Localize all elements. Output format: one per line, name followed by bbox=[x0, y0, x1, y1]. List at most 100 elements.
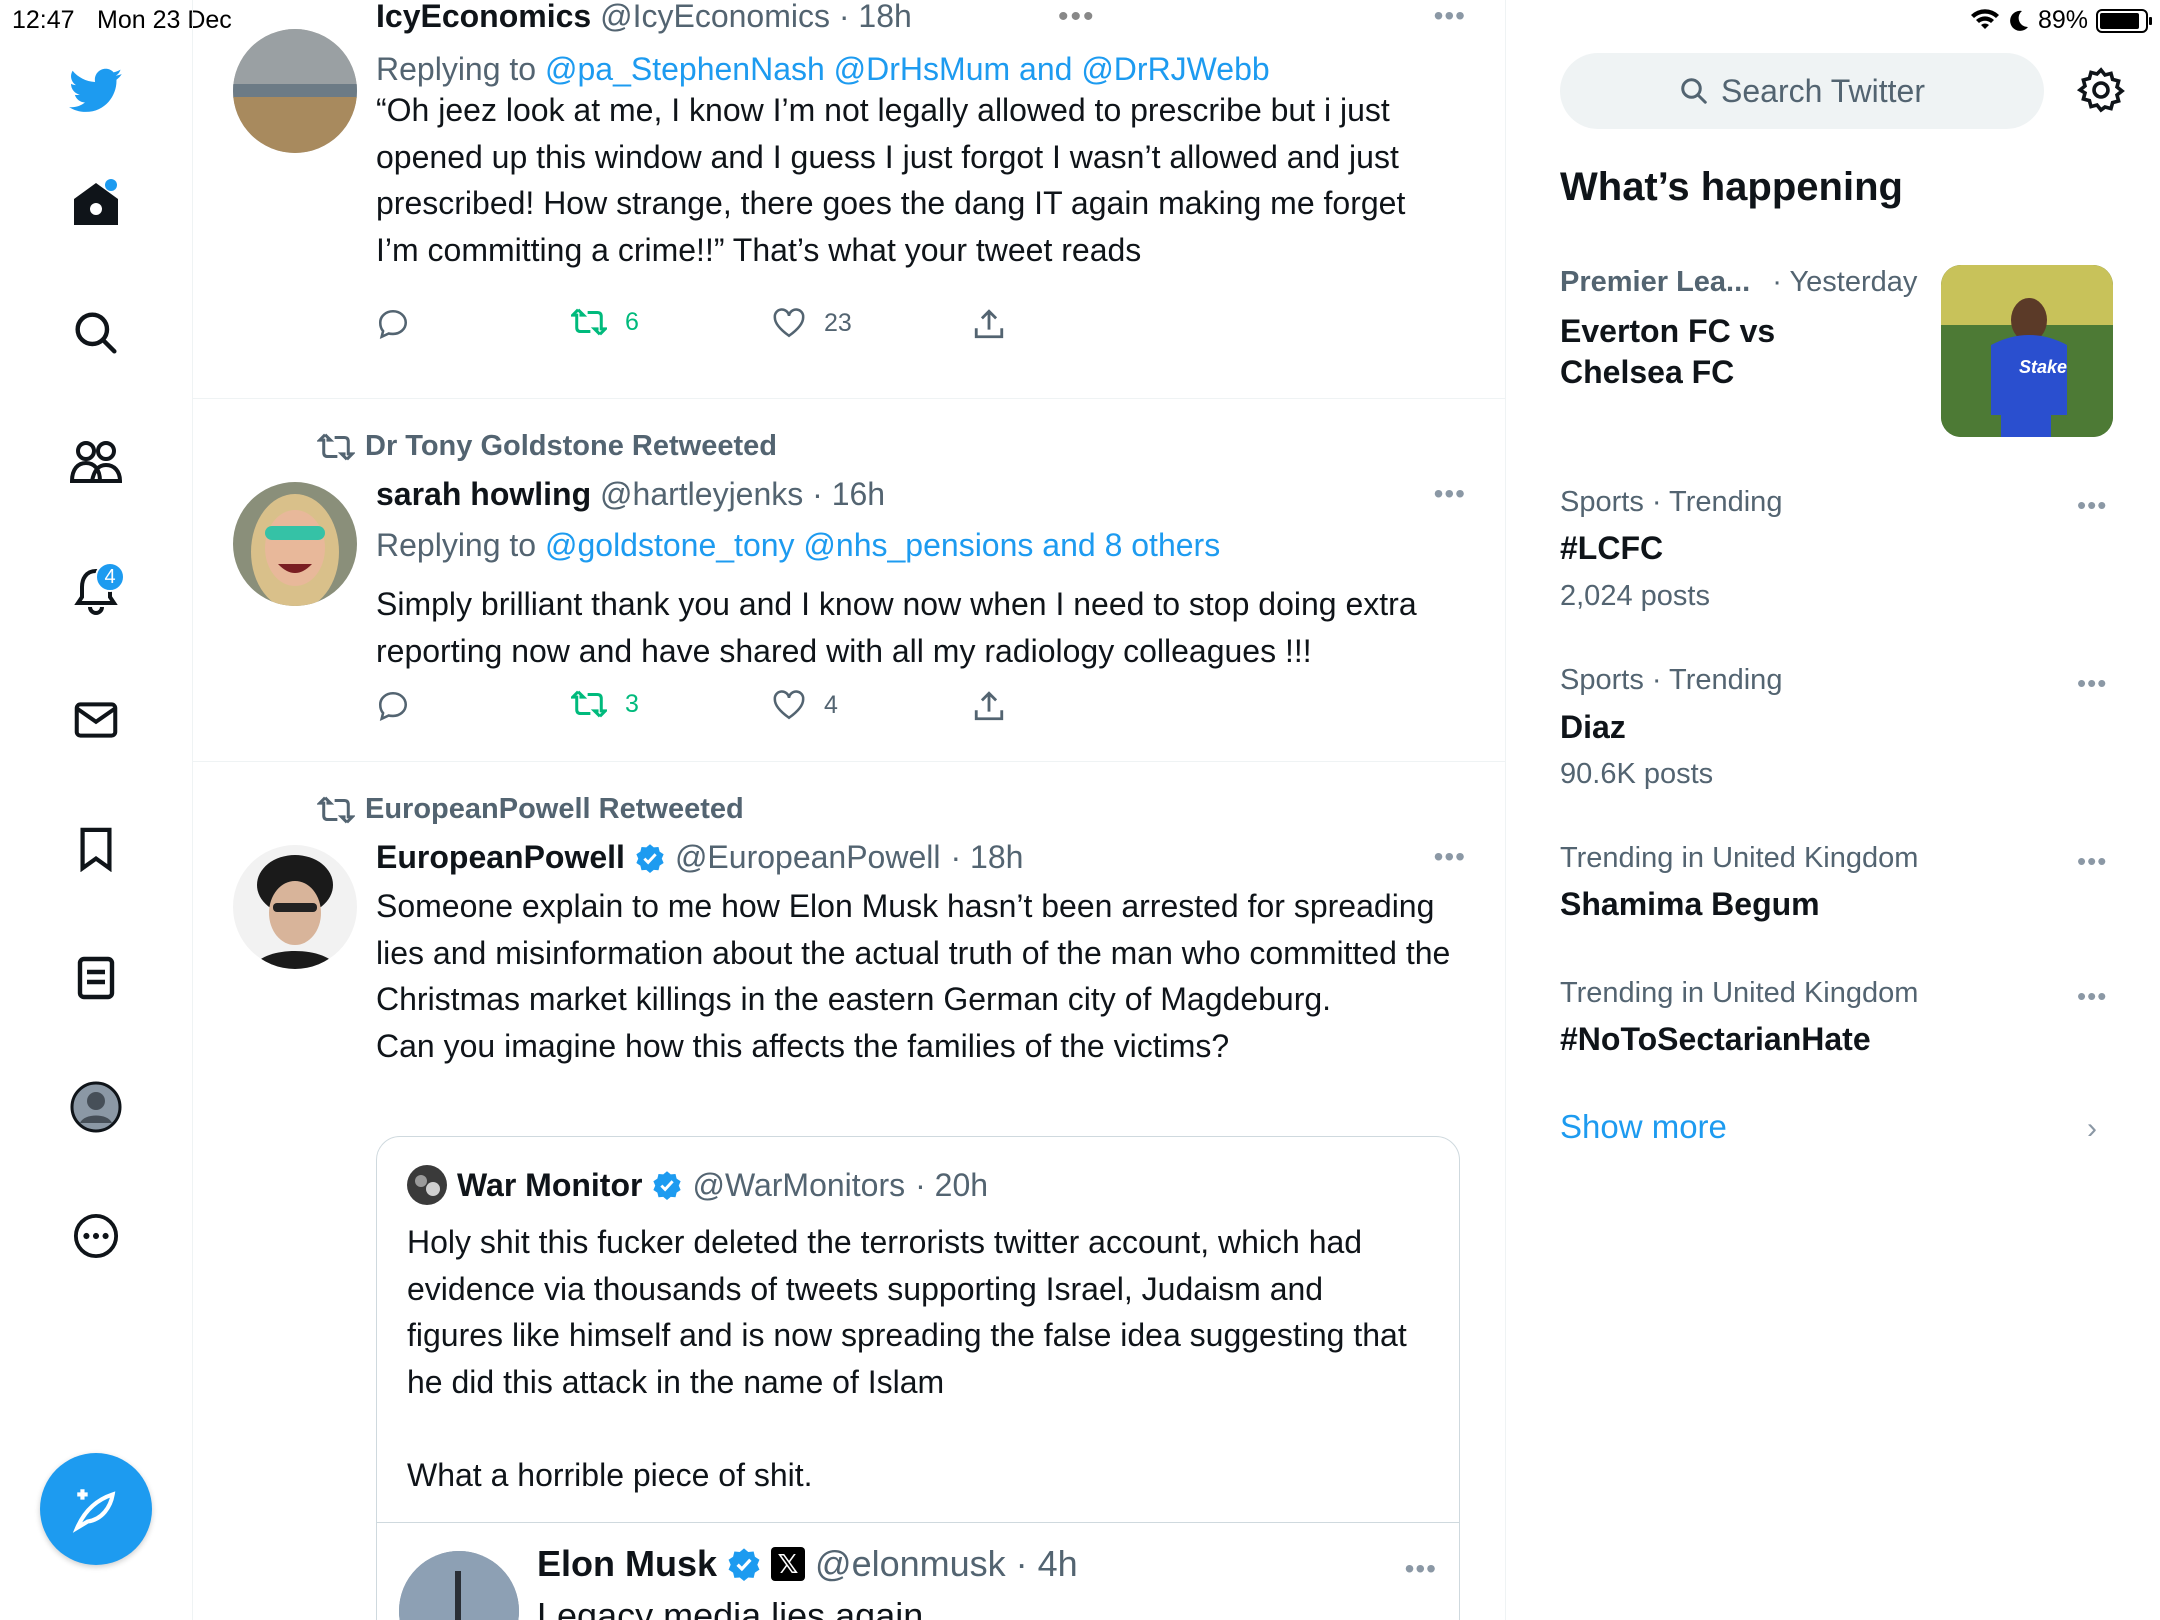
avatar[interactable] bbox=[233, 845, 357, 969]
whats-happening-heading: What’s happening bbox=[1560, 165, 1903, 209]
search-field[interactable]: Search Twitter bbox=[1560, 53, 2044, 129]
heart-icon bbox=[773, 308, 805, 338]
author-handle[interactable]: @hartleyjenks bbox=[600, 476, 803, 512]
twitter-logo-icon[interactable] bbox=[67, 62, 125, 120]
communities-icon[interactable] bbox=[67, 433, 125, 491]
trend-name: #LCFC bbox=[1560, 530, 1664, 566]
trend-time: · Yesterday bbox=[1772, 266, 1918, 298]
nested-tweet-more-button[interactable]: ••• bbox=[1405, 1553, 1437, 1585]
trend-name: Shamima Begum bbox=[1560, 886, 1820, 922]
quoted-tweet-text: Holy shit this fucker deleted the terror… bbox=[407, 1224, 1407, 1493]
trend-image-sponsor-text: Stake bbox=[2019, 357, 2068, 377]
author-name[interactable]: EuropeanPowell bbox=[376, 839, 625, 876]
x-affiliate-icon: 𝕏 bbox=[771, 1547, 806, 1581]
nested-author-name[interactable]: Elon Musk bbox=[537, 1543, 717, 1585]
retweet-icon bbox=[571, 308, 607, 336]
tweet-more-button[interactable]: ••• bbox=[1434, 841, 1466, 873]
avatar[interactable] bbox=[407, 1165, 447, 1205]
trend-name: Diaz bbox=[1560, 709, 1626, 745]
chevron-right-icon: › bbox=[2087, 1112, 2097, 1145]
quoted-tweet-time[interactable]: · 20h bbox=[915, 1167, 988, 1204]
trend-more-button[interactable]: ••• bbox=[2077, 846, 2107, 877]
more-options-icon[interactable] bbox=[67, 1207, 125, 1265]
like-count: 4 bbox=[824, 690, 838, 719]
home-icon[interactable] bbox=[67, 175, 125, 233]
retweet-count: 3 bbox=[625, 689, 639, 718]
author-name[interactable]: IcyEconomics bbox=[376, 0, 591, 34]
reply-button[interactable] bbox=[376, 689, 410, 723]
tweet-time[interactable]: · 18h bbox=[839, 0, 912, 34]
quoted-author-name[interactable]: War Monitor bbox=[457, 1167, 642, 1204]
settings-gear-icon[interactable] bbox=[2076, 66, 2127, 116]
share-icon bbox=[974, 691, 1004, 721]
tweet-text: “Oh jeez look at me, I know I’m not lega… bbox=[376, 92, 1406, 268]
verified-badge-icon bbox=[653, 1171, 682, 1200]
quoted-tweet[interactable]: War Monitor @WarMonitors · 20h Holy shit… bbox=[376, 1136, 1460, 1620]
share-button[interactable] bbox=[973, 689, 1005, 723]
retweet-count: 6 bbox=[625, 307, 639, 336]
profile-avatar-icon[interactable] bbox=[67, 1078, 125, 1136]
author-name[interactable]: sarah howling bbox=[376, 476, 591, 512]
avatar[interactable] bbox=[399, 1551, 519, 1620]
search-icon bbox=[1681, 78, 1707, 104]
nested-tweet-time[interactable]: · 4h bbox=[1016, 1543, 1078, 1585]
retweet-button[interactable]: 3 bbox=[571, 689, 639, 719]
trend-more-button[interactable]: ••• bbox=[2077, 490, 2107, 521]
messages-icon[interactable] bbox=[67, 691, 125, 749]
trend-image[interactable]: Stake bbox=[1941, 265, 2113, 437]
tweet-time[interactable]: · 18h bbox=[950, 839, 1023, 876]
retweet-button[interactable]: 6 bbox=[571, 307, 639, 337]
tweet-more-button[interactable]: ••• bbox=[1434, 478, 1466, 510]
bookmarks-icon[interactable] bbox=[67, 820, 125, 878]
explore-icon[interactable] bbox=[67, 304, 125, 362]
tweet-sarah-howling[interactable]: Dr Tony Goldstone Retweeted sarah howlin… bbox=[193, 399, 1505, 762]
tweet-icyeconomics[interactable]: IcyEconomics @IcyEconomics · 18h ••• Rep… bbox=[193, 0, 1505, 399]
author-handle[interactable]: @EuropeanPowell bbox=[675, 839, 941, 876]
retweet-label-icon bbox=[316, 433, 356, 460]
like-button[interactable]: 4 bbox=[772, 689, 838, 721]
nested-quoted-tweet[interactable]: Elon Musk 𝕏 @elonmusk · 4h ••• Legacy me… bbox=[377, 1522, 1459, 1620]
tweet-header: sarah howling @hartleyjenks · 16h bbox=[376, 476, 885, 513]
avatar[interactable] bbox=[233, 482, 357, 606]
lists-icon[interactable] bbox=[67, 949, 125, 1007]
tweet-more-button[interactable]: ••• bbox=[1434, 0, 1466, 32]
like-count: 23 bbox=[824, 308, 852, 337]
retweeted-by: Dr Tony Goldstone Retweeted bbox=[316, 426, 777, 463]
reply-button[interactable] bbox=[376, 307, 410, 341]
trend-more-button[interactable]: ••• bbox=[2077, 981, 2107, 1012]
home-unread-dot bbox=[105, 179, 117, 191]
compose-feather-icon bbox=[72, 1489, 116, 1533]
like-button[interactable]: 23 bbox=[772, 307, 852, 339]
retweet-icon bbox=[571, 690, 607, 718]
quoted-author-handle[interactable]: @WarMonitors bbox=[692, 1167, 905, 1204]
reply-icon bbox=[378, 309, 408, 340]
retweeted-by-label[interactable]: Dr Tony Goldstone Retweeted bbox=[365, 430, 777, 462]
tweet-europeanpowell[interactable]: EuropeanPowell Retweeted EuropeanPowell … bbox=[193, 762, 1505, 1620]
verified-badge-icon bbox=[636, 843, 664, 873]
tweet-text: Someone explain to me how Elon Musk hasn… bbox=[376, 888, 1451, 1064]
show-more-link[interactable]: Show more bbox=[1560, 1108, 1727, 1146]
avatar[interactable] bbox=[233, 29, 357, 153]
tweet-time[interactable]: · 16h bbox=[812, 476, 885, 512]
trend-more-button[interactable]: ••• bbox=[2077, 668, 2107, 699]
reply-mentions[interactable]: @goldstone_tony @nhs_pensions and 8 othe… bbox=[545, 527, 1220, 563]
nested-author-handle[interactable]: @elonmusk bbox=[815, 1543, 1006, 1585]
nested-tweet-text: Legacy media lies again bbox=[537, 1595, 924, 1620]
retweeted-by-label[interactable]: EuropeanPowell Retweeted bbox=[365, 793, 744, 825]
compose-tweet-button[interactable] bbox=[40, 1453, 152, 1565]
notifications-badge: 4 bbox=[95, 562, 125, 592]
reply-icon bbox=[378, 691, 408, 722]
trend-category: Trending in United Kingdom bbox=[1560, 842, 1919, 874]
quoted-tweet-header: War Monitor @WarMonitors · 20h bbox=[407, 1165, 988, 1205]
reply-mentions[interactable]: @pa_StephenNash @DrHsMum and @DrRJWebb bbox=[545, 51, 1270, 87]
timeline: IcyEconomics @IcyEconomics · 18h ••• Rep… bbox=[193, 0, 1506, 1620]
trend-category: Premier Lea... bbox=[1560, 266, 1751, 298]
share-button[interactable] bbox=[973, 307, 1005, 341]
replying-to: Replying to @pa_StephenNash @DrHsMum and… bbox=[376, 51, 1270, 88]
tweet-actions: 3 4 bbox=[376, 689, 1256, 729]
trend-category: Trending in United Kingdom bbox=[1560, 977, 1919, 1009]
notifications-icon[interactable]: 4 bbox=[67, 562, 125, 620]
author-handle[interactable]: @IcyEconomics bbox=[600, 0, 830, 34]
nested-tweet-header: Elon Musk 𝕏 @elonmusk · 4h bbox=[537, 1543, 1078, 1585]
trend-category: Sports · Trending bbox=[1560, 486, 1783, 518]
